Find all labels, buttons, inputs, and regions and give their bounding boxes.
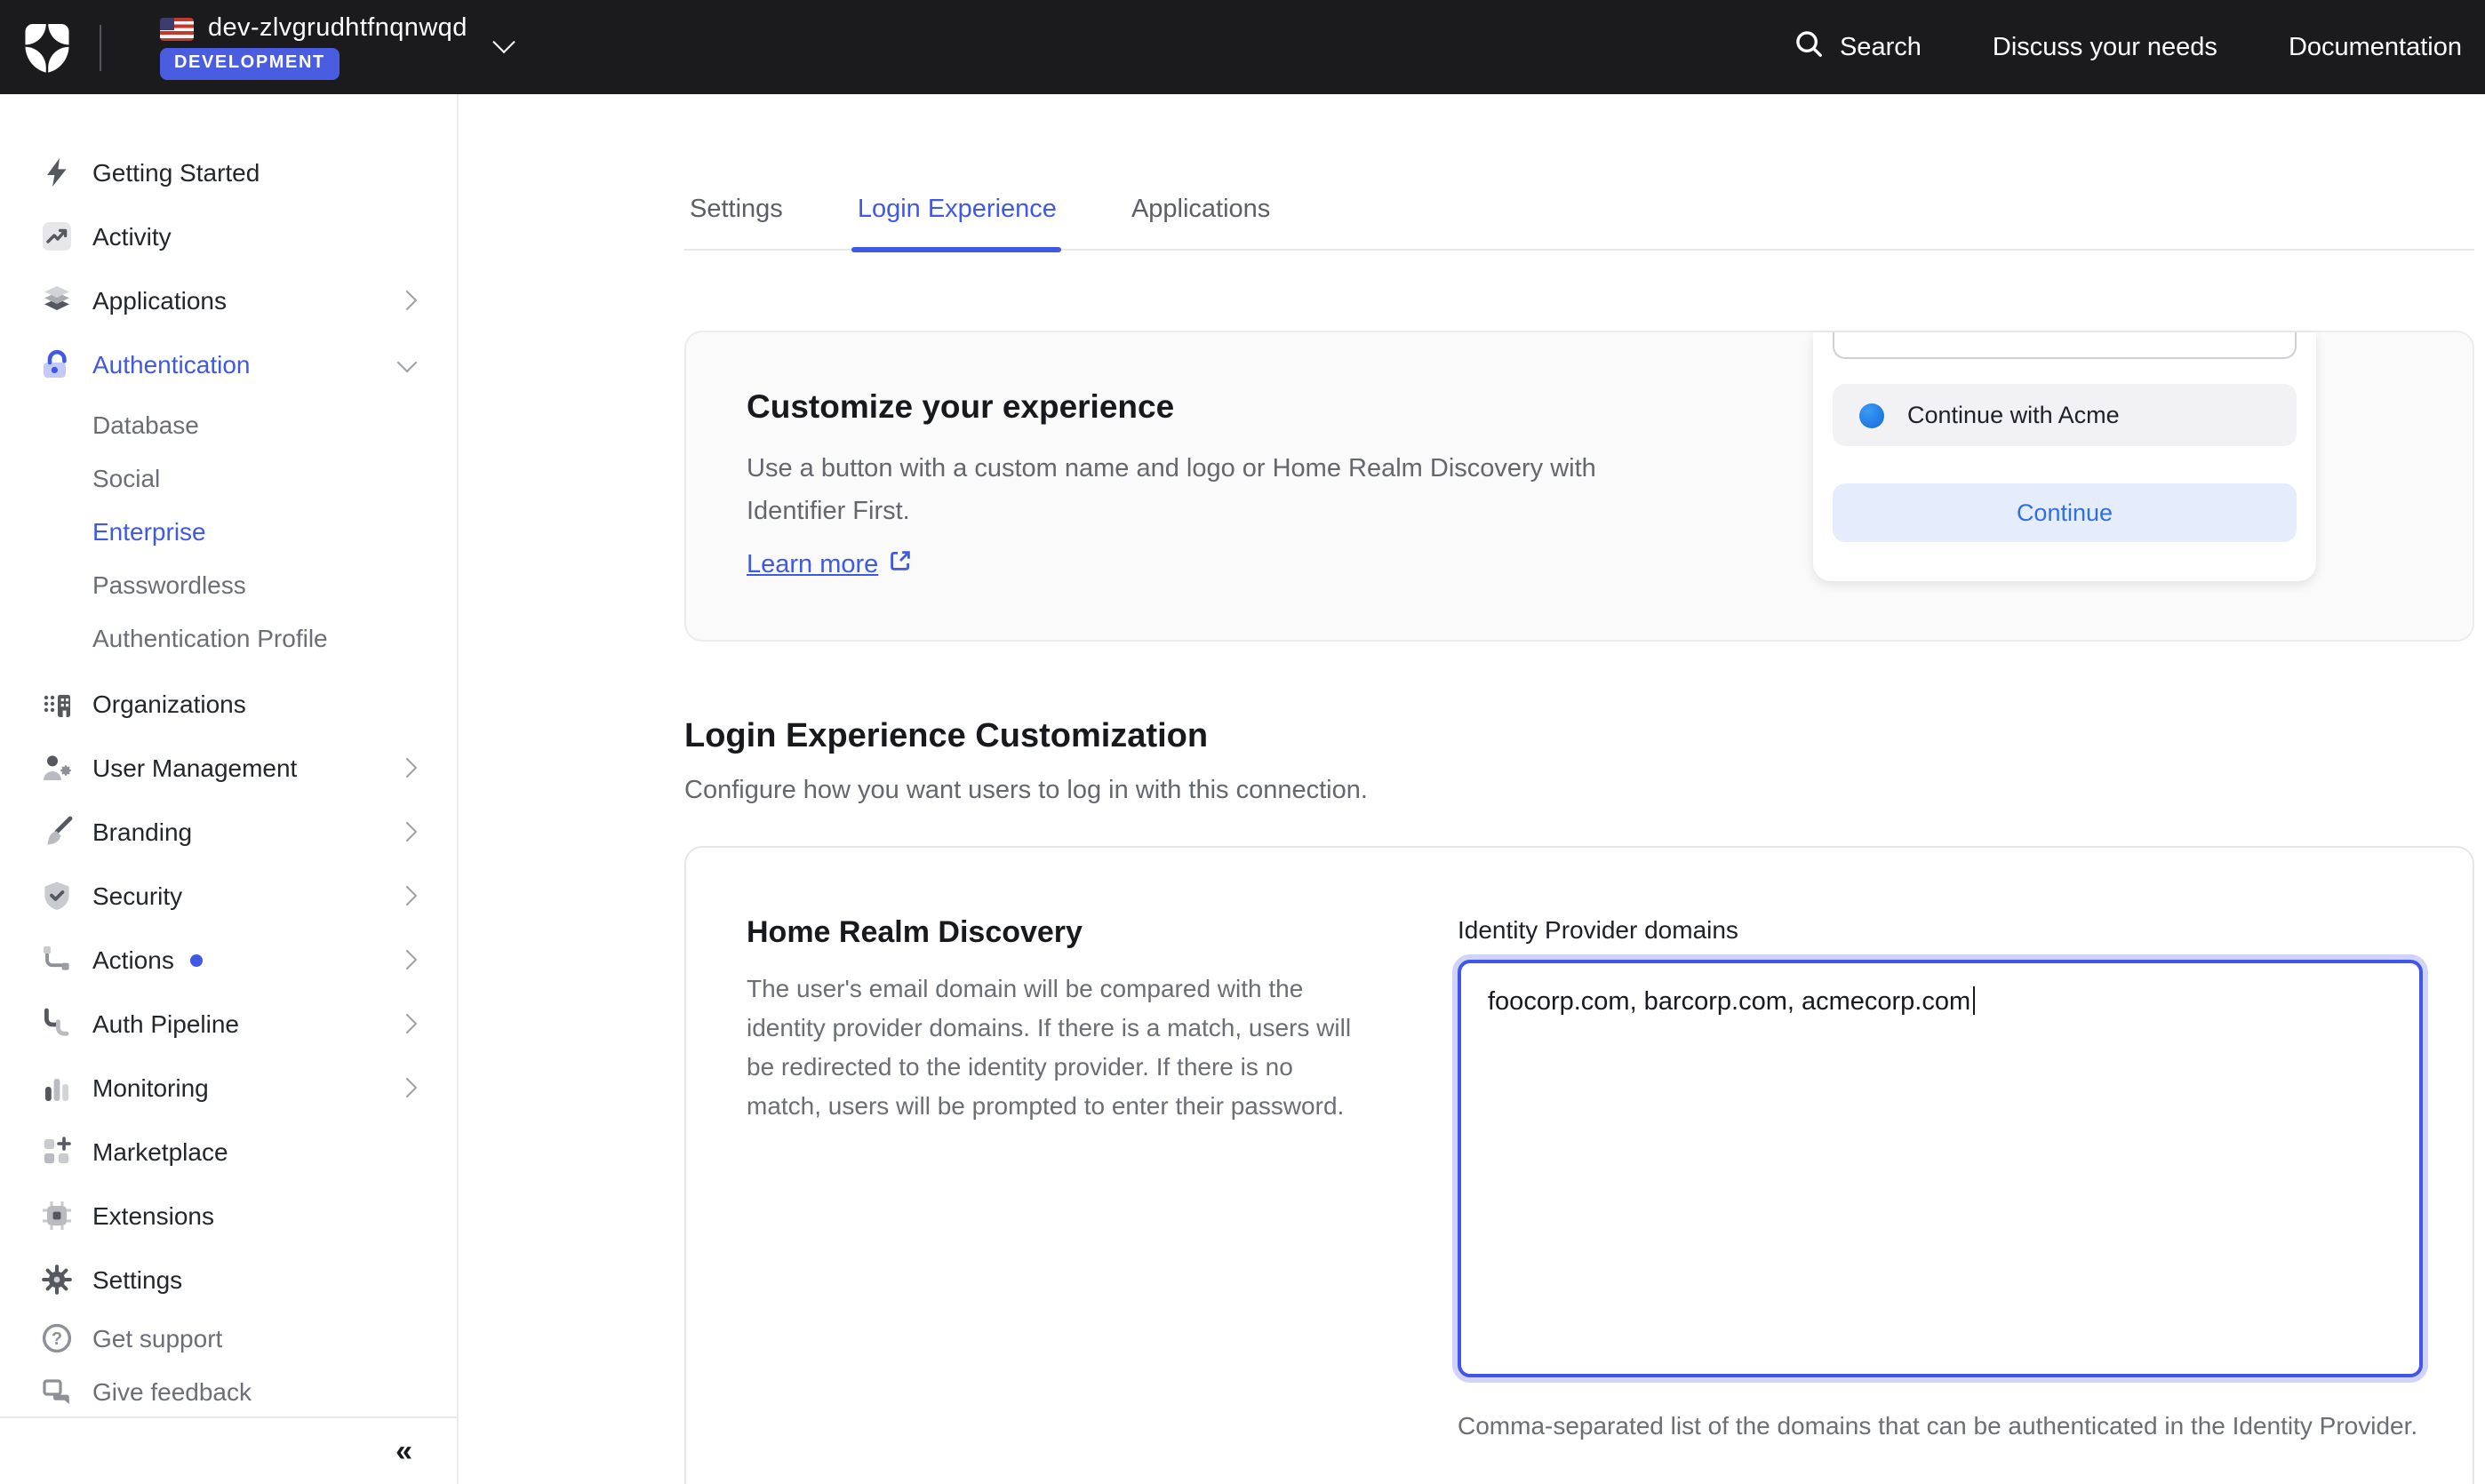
chevron-right-icon — [397, 950, 418, 970]
shield-check-icon — [41, 880, 73, 912]
us-flag-icon — [160, 17, 194, 40]
documentation-link[interactable]: Documentation — [2289, 33, 2462, 61]
customize-card-title: Customize your experience — [747, 387, 1600, 427]
tab-settings[interactable]: Settings — [684, 195, 788, 249]
hrd-description: The user's email domain will be compared… — [747, 969, 1354, 1125]
paintbrush-icon — [41, 816, 73, 848]
sidebar-item-enterprise[interactable]: Enterprise — [0, 505, 457, 558]
preview-continue-button[interactable]: Continue — [1833, 483, 2297, 542]
bar-chart-icon — [41, 1072, 73, 1104]
external-link-icon — [889, 549, 912, 579]
login-experience-customization-section: Login Experience Customization Configure… — [684, 716, 2474, 810]
customize-card-description: Use a button with a custom name and logo… — [747, 448, 1600, 533]
main-content: Settings Login Experience Applications C… — [459, 94, 2485, 1484]
identity-provider-domains-label: Identity Provider domains — [1458, 915, 2423, 945]
identity-provider-domains-value: foocorp.com, barcorp.com, acmecorp.com — [1488, 988, 1970, 1017]
environment-badge: DEVELOPMENT — [160, 48, 340, 80]
collapse-sidebar-button[interactable]: « — [396, 1436, 411, 1466]
topbar: dev-zlvgrudhtfnqnwqd DEVELOPMENT Search … — [0, 0, 2485, 94]
sidebar-item-auth-pipeline[interactable]: Auth Pipeline — [0, 992, 457, 1056]
discuss-your-needs-link[interactable]: Discuss your needs — [1993, 33, 2217, 61]
connection-tabs: Settings Login Experience Applications — [684, 94, 2474, 251]
tab-applications[interactable]: Applications — [1126, 195, 1275, 249]
sidebar-item-organizations[interactable]: Organizations — [0, 672, 457, 736]
preview-email-input[interactable] — [1833, 332, 2297, 359]
chevron-right-icon — [397, 886, 418, 906]
chevron-down-icon — [397, 352, 418, 372]
section-subtitle: Configure how you want users to log in w… — [684, 771, 2474, 810]
applications-icon — [41, 284, 73, 316]
sidebar-item-database[interactable]: Database — [0, 398, 457, 451]
lock-open-icon — [41, 348, 73, 380]
sidebar-item-extensions[interactable]: Extensions — [0, 1184, 457, 1248]
continue-with-acme-button[interactable]: Continue with Acme — [1833, 384, 2297, 446]
svg-text:?: ? — [52, 1329, 62, 1349]
identity-provider-domains-textarea[interactable]: foocorp.com, barcorp.com, acmecorp.com — [1458, 960, 2423, 1377]
extension-icon — [41, 1200, 73, 1232]
sidebar-item-monitoring[interactable]: Monitoring — [0, 1056, 457, 1120]
chevron-down-icon — [492, 31, 515, 53]
sidebar-item-settings[interactable]: Settings — [0, 1248, 457, 1312]
auth0-logo-icon — [23, 20, 71, 74]
identity-provider-domains-help: Comma-separated list of the domains that… — [1458, 1406, 2423, 1445]
marketplace-icon — [41, 1136, 73, 1168]
sidebar-item-applications[interactable]: Applications — [0, 268, 457, 332]
tenant-name: dev-zlvgrudhtfnqnwqd — [208, 14, 467, 43]
home-realm-discovery-card: Home Realm Discovery The user's email do… — [684, 846, 2474, 1484]
login-preview-panel: Continue with Acme Continue — [1813, 332, 2316, 581]
search-label: Search — [1840, 33, 1922, 61]
sidebar-item-authentication-profile[interactable]: Authentication Profile — [0, 611, 457, 665]
learn-more-link[interactable]: Learn more — [747, 549, 912, 579]
sidebar-item-social[interactable]: Social — [0, 451, 457, 505]
hrd-title: Home Realm Discovery — [747, 915, 1354, 951]
bolt-icon — [41, 156, 73, 188]
chevron-right-icon — [397, 758, 418, 778]
sidebar-item-getting-started[interactable]: Getting Started — [0, 140, 457, 204]
pipeline-icon — [41, 1008, 73, 1040]
acme-logo-icon — [1859, 403, 1884, 427]
organization-icon — [41, 688, 73, 720]
sidebar-item-security[interactable]: Security — [0, 864, 457, 928]
authentication-submenu: Database Social Enterprise Passwordless … — [0, 398, 457, 665]
gear-icon — [41, 1264, 73, 1296]
activity-icon — [41, 220, 73, 252]
notification-dot — [190, 953, 203, 966]
chevron-right-icon — [397, 1078, 418, 1098]
search-icon — [1794, 28, 1824, 66]
feedback-icon — [41, 1376, 73, 1408]
sidebar-item-user-management[interactable]: User Management — [0, 736, 457, 800]
auth0-dashboard: dev-zlvgrudhtfnqnwqd DEVELOPMENT Search … — [0, 0, 2485, 1484]
section-title: Login Experience Customization — [684, 716, 2474, 759]
sidebar: Getting Started Activity Applications Au… — [0, 94, 459, 1484]
sidebar-footer: « — [0, 1416, 457, 1484]
user-gear-icon — [41, 752, 73, 784]
chevron-right-icon — [397, 291, 418, 311]
text-caret — [1972, 986, 1975, 1015]
chevron-right-icon — [397, 1014, 418, 1034]
search-button[interactable]: Search — [1794, 28, 1922, 66]
sidebar-item-give-feedback[interactable]: Give feedback — [0, 1365, 457, 1418]
tab-login-experience[interactable]: Login Experience — [852, 195, 1062, 249]
sidebar-item-marketplace[interactable]: Marketplace — [0, 1120, 457, 1184]
topbar-divider — [100, 24, 101, 70]
sidebar-item-actions[interactable]: Actions — [0, 928, 457, 992]
flow-icon — [41, 944, 73, 976]
sidebar-item-activity[interactable]: Activity — [0, 204, 457, 268]
customize-experience-card: Customize your experience Use a button w… — [684, 331, 2474, 642]
sidebar-item-passwordless[interactable]: Passwordless — [0, 558, 457, 611]
tenant-switcher[interactable]: dev-zlvgrudhtfnqnwqd DEVELOPMENT — [160, 14, 512, 80]
sidebar-item-get-support[interactable]: ? Get support — [0, 1312, 457, 1365]
sidebar-item-branding[interactable]: Branding — [0, 800, 457, 864]
chevron-right-icon — [397, 822, 418, 842]
help-circle-icon: ? — [41, 1322, 73, 1354]
sidebar-item-authentication[interactable]: Authentication — [0, 332, 457, 396]
